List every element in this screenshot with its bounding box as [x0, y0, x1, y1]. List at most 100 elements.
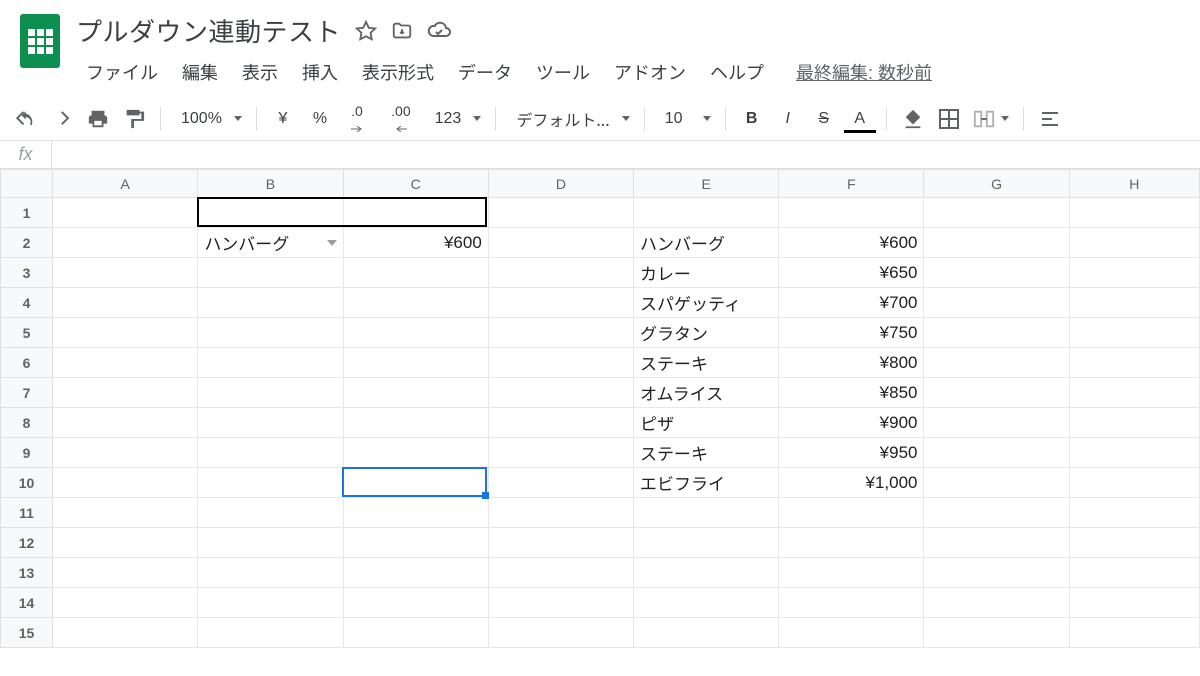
cell-H1[interactable] [1069, 198, 1199, 228]
cell-A1[interactable] [53, 198, 198, 228]
cell-A13[interactable] [53, 558, 198, 588]
cell-C4[interactable] [343, 288, 488, 318]
cell-D15[interactable] [488, 618, 633, 648]
row-header[interactable]: 6 [1, 348, 53, 378]
more-formats-dropdown[interactable]: 123 [425, 103, 486, 135]
cell-F5[interactable]: ¥750 [779, 318, 924, 348]
select-all-corner[interactable] [1, 170, 53, 198]
cell-G10[interactable] [924, 468, 1069, 498]
cell-H2[interactable] [1069, 228, 1199, 258]
col-header[interactable]: C [343, 170, 488, 198]
last-edit-link[interactable]: 最終編集: 数秒前 [796, 59, 932, 85]
cell-A4[interactable] [53, 288, 198, 318]
italic-button[interactable]: I [772, 103, 804, 135]
cell-E4[interactable]: スパゲッティ [634, 288, 779, 318]
cell-G11[interactable] [924, 498, 1069, 528]
increase-decimal-button[interactable]: .00 [381, 103, 420, 135]
cell-C12[interactable] [343, 528, 488, 558]
cell-B12[interactable] [198, 528, 343, 558]
col-header[interactable]: H [1069, 170, 1199, 198]
row-header[interactable]: 11 [1, 498, 53, 528]
cell-F12[interactable] [779, 528, 924, 558]
cell-C7[interactable] [343, 378, 488, 408]
horizontal-align-button[interactable] [1034, 103, 1066, 135]
cell-A11[interactable] [53, 498, 198, 528]
sheets-app-icon[interactable] [20, 14, 60, 68]
cell-E2[interactable]: ハンバーグ [634, 228, 779, 258]
cell-D5[interactable] [488, 318, 633, 348]
cell-C5[interactable] [343, 318, 488, 348]
cell-G6[interactable] [924, 348, 1069, 378]
text-color-button[interactable]: A [844, 103, 876, 135]
borders-button[interactable] [933, 103, 965, 135]
cell-H11[interactable] [1069, 498, 1199, 528]
cell-B7[interactable] [198, 378, 343, 408]
cell-H12[interactable] [1069, 528, 1199, 558]
cell-C2[interactable]: ¥600 [343, 228, 488, 258]
row-header[interactable]: 15 [1, 618, 53, 648]
cell-F8[interactable]: ¥900 [779, 408, 924, 438]
menu-insert[interactable]: 挿入 [292, 55, 348, 89]
col-header[interactable]: F [779, 170, 924, 198]
row-header[interactable]: 9 [1, 438, 53, 468]
decrease-decimal-button[interactable]: .0 [341, 103, 377, 135]
cell-H10[interactable] [1069, 468, 1199, 498]
cell-G1[interactable] [924, 198, 1069, 228]
cell-B8[interactable] [198, 408, 343, 438]
row-header[interactable]: 4 [1, 288, 53, 318]
menu-addons[interactable]: アドオン [604, 55, 696, 89]
cell-E14[interactable] [634, 588, 779, 618]
menu-data[interactable]: データ [448, 55, 522, 89]
font-size-dropdown[interactable]: 10 [655, 103, 715, 135]
cell-B4[interactable] [198, 288, 343, 318]
cell-G14[interactable] [924, 588, 1069, 618]
move-to-folder-icon[interactable] [391, 20, 413, 42]
cell-F3[interactable]: ¥650 [779, 258, 924, 288]
cell-F10[interactable]: ¥1,000 [779, 468, 924, 498]
format-currency-button[interactable]: ¥ [267, 103, 299, 135]
cell-C15[interactable] [343, 618, 488, 648]
cell-D10[interactable] [488, 468, 633, 498]
cell-G5[interactable] [924, 318, 1069, 348]
cell-C13[interactable] [343, 558, 488, 588]
cell-C3[interactable] [343, 258, 488, 288]
cell-B5[interactable] [198, 318, 343, 348]
dropdown-arrow-icon[interactable] [327, 240, 337, 246]
cell-F6[interactable]: ¥800 [779, 348, 924, 378]
cell-D6[interactable] [488, 348, 633, 378]
cell-H7[interactable] [1069, 378, 1199, 408]
cell-F15[interactable] [779, 618, 924, 648]
strikethrough-button[interactable]: S [808, 103, 840, 135]
menu-view[interactable]: 表示 [232, 55, 288, 89]
cell-A15[interactable] [53, 618, 198, 648]
cell-B3[interactable] [198, 258, 343, 288]
cell-F7[interactable]: ¥850 [779, 378, 924, 408]
cell-D7[interactable] [488, 378, 633, 408]
col-header[interactable]: A [53, 170, 198, 198]
undo-button[interactable] [10, 103, 42, 135]
cell-B13[interactable] [198, 558, 343, 588]
cell-E11[interactable] [634, 498, 779, 528]
cell-G12[interactable] [924, 528, 1069, 558]
cell-H5[interactable] [1069, 318, 1199, 348]
cell-E12[interactable] [634, 528, 779, 558]
cell-H9[interactable] [1069, 438, 1199, 468]
cell-E13[interactable] [634, 558, 779, 588]
cell-F4[interactable]: ¥700 [779, 288, 924, 318]
cell-B2[interactable]: ハンバーグ [198, 228, 343, 258]
cell-B9[interactable] [198, 438, 343, 468]
cell-F13[interactable] [779, 558, 924, 588]
menu-edit[interactable]: 編集 [172, 55, 228, 89]
cell-B1[interactable] [198, 198, 343, 228]
col-header[interactable]: B [198, 170, 343, 198]
cell-H14[interactable] [1069, 588, 1199, 618]
menu-file[interactable]: ファイル [76, 55, 168, 89]
cell-H3[interactable] [1069, 258, 1199, 288]
cell-C10[interactable] [343, 468, 488, 498]
cell-G7[interactable] [924, 378, 1069, 408]
cell-A10[interactable] [53, 468, 198, 498]
col-header[interactable]: D [488, 170, 633, 198]
cell-G8[interactable] [924, 408, 1069, 438]
cell-F1[interactable] [779, 198, 924, 228]
cell-F9[interactable]: ¥950 [779, 438, 924, 468]
